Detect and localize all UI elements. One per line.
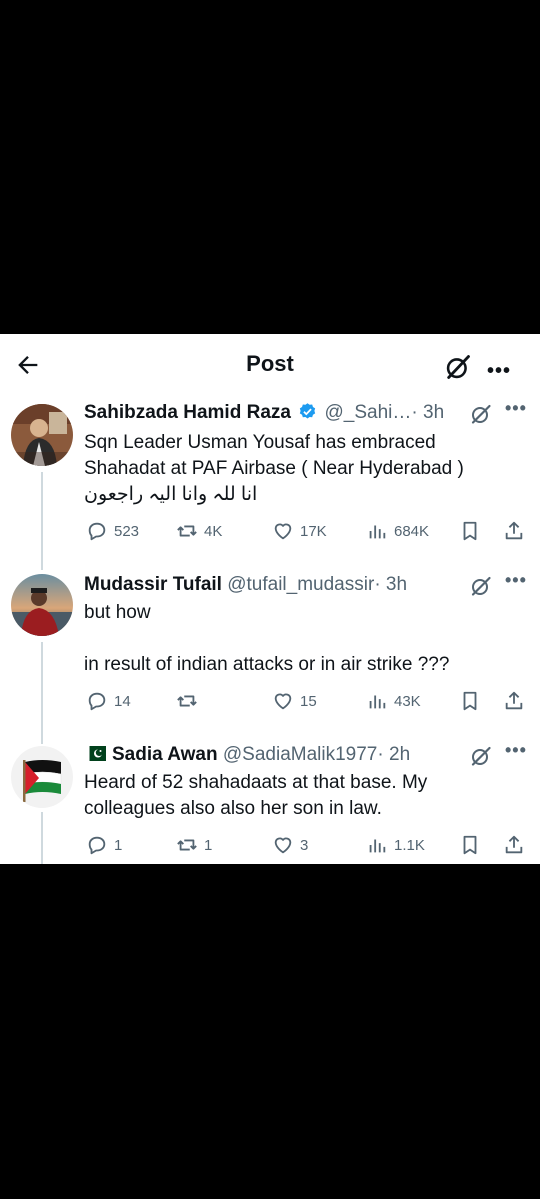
like-count: 15 <box>300 692 317 710</box>
tweet-header: Mudassir Tufail @tufail_mudassir· 3h <box>84 574 530 600</box>
tweet-text: Heard of 52 shahadaats at that base. My … <box>84 770 520 822</box>
repost-icon <box>177 695 197 707</box>
tweet-actions: 523 4K 17K 684K <box>84 518 530 544</box>
bookmark-button[interactable] <box>459 832 481 858</box>
tweet-actions: 14 15 43K <box>84 688 530 714</box>
views-button[interactable]: 1.1K <box>366 832 425 858</box>
grok-icon[interactable] <box>444 353 472 381</box>
tweet-text: but how in result of indian attacks or i… <box>84 600 520 678</box>
tweet-text-line: Heard of 52 shahadaats at that base. My <box>84 772 428 793</box>
bookmark-button[interactable] <box>459 688 481 714</box>
view-count: 43K <box>394 692 421 710</box>
post-header: Post ••• <box>0 334 540 394</box>
grok-icon[interactable] <box>469 402 493 426</box>
heart-icon <box>274 693 292 710</box>
views-button[interactable]: 684K <box>366 518 429 544</box>
author-name[interactable]: Sadia Awan <box>112 744 218 765</box>
repost-count: 1 <box>204 836 213 854</box>
tweet-header: Sahibzada Hamid Raza @_Sahi…· 3h <box>84 402 530 428</box>
reply-icon <box>88 836 106 855</box>
author-handle[interactable]: @tufail_mudassir <box>227 574 374 595</box>
author-name[interactable]: Sahibzada Hamid Raza <box>84 402 291 423</box>
tweet[interactable]: Sadia Awan @SadiaMalik1977· 2h ••• Heard… <box>0 740 540 864</box>
reply-button[interactable]: 1 <box>86 832 122 858</box>
heart-icon <box>274 837 292 854</box>
author-handle[interactable]: @_Sahi… <box>325 402 412 423</box>
tweet-text-line: in result of indian attacks or in air st… <box>84 654 450 675</box>
view-count: 684K <box>394 522 430 540</box>
grok-icon[interactable] <box>469 574 493 598</box>
verified-badge-icon <box>300 403 316 419</box>
heart-icon <box>274 523 292 540</box>
bookmark-button[interactable] <box>459 518 481 544</box>
more-options-icon[interactable]: ••• <box>505 398 527 419</box>
timestamp[interactable]: · 3h <box>411 402 444 423</box>
reply-icon <box>88 522 106 541</box>
reply-button[interactable]: 523 <box>86 518 139 544</box>
tweet[interactable]: Sahibzada Hamid Raza @_Sahi…· 3h ••• Sqn… <box>0 398 540 552</box>
repost-button[interactable]: 1 <box>176 832 212 858</box>
like-button[interactable]: 3 <box>272 832 308 858</box>
pakistan-flag-icon <box>84 746 106 761</box>
tweet-text-line: Sqn Leader Usman Yousaf has embraced <box>84 432 436 453</box>
bookmark-icon <box>463 691 477 711</box>
share-button[interactable] <box>503 518 525 544</box>
post-screen: Post ••• Sahibzada Hamid Raza @_Sahi…· 3… <box>0 334 540 864</box>
bookmark-icon <box>463 835 477 855</box>
grok-icon[interactable] <box>469 744 493 768</box>
share-icon <box>505 521 523 540</box>
repost-icon <box>177 839 197 851</box>
reply-count: 1 <box>114 836 123 854</box>
share-icon <box>505 835 523 854</box>
timestamp[interactable]: · 3h <box>374 574 407 595</box>
more-options-icon[interactable]: ••• <box>487 360 511 383</box>
tweet-text-line: انا للہ وانا الیہ راجعون <box>84 484 258 505</box>
more-options-icon[interactable]: ••• <box>505 570 527 591</box>
tweet-text-line: but how <box>84 602 151 623</box>
share-icon <box>505 691 523 710</box>
views-icon <box>369 695 386 709</box>
like-count: 3 <box>300 836 309 854</box>
tweet-text-line: Shahadat at PAF Airbase ( Near Hyderabad… <box>84 458 464 479</box>
like-button[interactable]: 15 <box>272 688 317 714</box>
repost-button[interactable] <box>176 688 204 714</box>
repost-icon <box>177 525 197 537</box>
reply-count: 14 <box>114 692 131 710</box>
like-button[interactable]: 17K <box>272 518 327 544</box>
views-icon <box>369 525 386 539</box>
views-button[interactable]: 43K <box>366 688 421 714</box>
tweet-header: Sadia Awan @SadiaMalik1977· 2h <box>84 744 530 770</box>
bookmark-icon <box>463 521 477 541</box>
tweet-text-line <box>84 626 520 652</box>
tweet-text-line: colleagues also also her son in law. <box>84 798 382 819</box>
view-count: 1.1K <box>394 836 425 854</box>
tweet[interactable]: Mudassir Tufail @tufail_mudassir· 3h •••… <box>0 570 540 724</box>
tweet-actions: 1 1 3 1.1K <box>84 832 530 858</box>
share-button[interactable] <box>503 688 525 714</box>
repost-button[interactable]: 4K <box>176 518 222 544</box>
share-button[interactable] <box>503 832 525 858</box>
author-handle[interactable]: @SadiaMalik1977 <box>223 744 378 765</box>
tweet-text: Sqn Leader Usman Yousaf has embraced Sha… <box>84 430 520 508</box>
author-name[interactable]: Mudassir Tufail <box>84 574 222 595</box>
repost-count: 4K <box>204 522 223 540</box>
views-icon <box>369 839 386 853</box>
like-count: 17K <box>300 522 327 540</box>
reply-count: 523 <box>114 522 140 540</box>
more-options-icon[interactable]: ••• <box>505 740 527 761</box>
reply-button[interactable]: 14 <box>86 688 131 714</box>
reply-icon <box>88 692 106 711</box>
timestamp[interactable]: · 2h <box>377 744 410 765</box>
